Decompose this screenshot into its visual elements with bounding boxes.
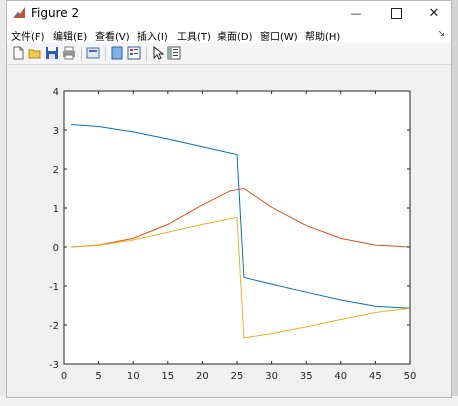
y-tick-label: -2	[49, 321, 59, 332]
y-tick-label: -1	[49, 282, 59, 293]
line-chart[interactable]: 0 5 10 15 20 25 30 35 40 45 50 -3 -2 -1 0 1 2 3 4	[7, 65, 451, 397]
x-tick-label: 40	[334, 371, 347, 382]
y-tick-label: -3	[49, 360, 59, 371]
close-button[interactable]: ✕	[415, 1, 453, 25]
menu-window[interactable]: 窗口(W)	[260, 28, 298, 43]
toolbar	[7, 43, 451, 65]
property-inspector-icon[interactable]	[167, 46, 181, 60]
menu-overflow-icon[interactable]: ↘	[437, 29, 445, 39]
window-title: Figure 2	[31, 6, 80, 20]
y-tick-label: 1	[53, 204, 59, 215]
open-file-icon[interactable]	[28, 46, 42, 60]
toolbar-separator	[146, 47, 147, 61]
menu-desktop[interactable]: 桌面(D)	[217, 28, 253, 43]
menu-insert[interactable]: 插入(I)	[137, 28, 168, 43]
figure-canvas[interactable]: 0 5 10 15 20 25 30 35 40 45 50 -3 -2 -1 0 1 2 3 4	[7, 65, 451, 397]
x-tick-label: 25	[231, 371, 244, 382]
y-tick-label: 3	[53, 126, 59, 137]
x-tick-label: 15	[161, 371, 174, 382]
axes-background	[64, 91, 410, 364]
close-icon: ✕	[428, 5, 440, 21]
x-tick-label: 10	[127, 371, 140, 382]
toolbar-separator	[81, 47, 82, 61]
y-tick-label: 0	[53, 243, 59, 254]
matlab-app-icon	[13, 6, 26, 19]
y-tick-label: 2	[53, 165, 59, 176]
x-tick-label: 5	[95, 371, 101, 382]
dock-icon[interactable]	[110, 46, 124, 60]
toolbar-separator	[105, 47, 106, 61]
pointer-icon[interactable]	[151, 46, 165, 60]
maximize-button[interactable]	[377, 1, 415, 25]
x-tick-label: 20	[196, 371, 209, 382]
save-icon[interactable]	[45, 46, 59, 60]
menu-tools[interactable]: 工具(T)	[177, 28, 211, 43]
print-preview-icon[interactable]	[86, 46, 100, 60]
insert-legend-icon[interactable]	[127, 46, 141, 60]
menu-view[interactable]: 查看(V)	[95, 28, 130, 43]
menu-edit[interactable]: 编辑(E)	[53, 28, 87, 43]
menu-file[interactable]: 文件(F)	[11, 28, 45, 43]
print-icon[interactable]	[62, 46, 76, 60]
menu-help[interactable]: 帮助(H)	[305, 28, 340, 43]
x-tick-label: 50	[404, 371, 417, 382]
y-tick-label: 4	[53, 87, 59, 98]
maximize-icon	[390, 7, 402, 19]
minimize-icon: —	[350, 6, 362, 20]
new-figure-icon[interactable]	[11, 46, 25, 60]
x-tick-label: 30	[265, 371, 278, 382]
figure-window: Figure 2 — ✕ 文件(F) 编辑(E) 查看(V) 插入(I) 工具(…	[6, 0, 452, 398]
x-tick-label: 45	[369, 371, 382, 382]
x-tick-label: 35	[300, 371, 313, 382]
title-bar[interactable]: Figure 2 — ✕	[7, 1, 451, 25]
x-tick-label: 0	[61, 371, 67, 382]
menu-bar: 文件(F) 编辑(E) 查看(V) 插入(I) 工具(T) 桌面(D) 窗口(W…	[7, 25, 451, 43]
minimize-button[interactable]: —	[337, 1, 375, 25]
